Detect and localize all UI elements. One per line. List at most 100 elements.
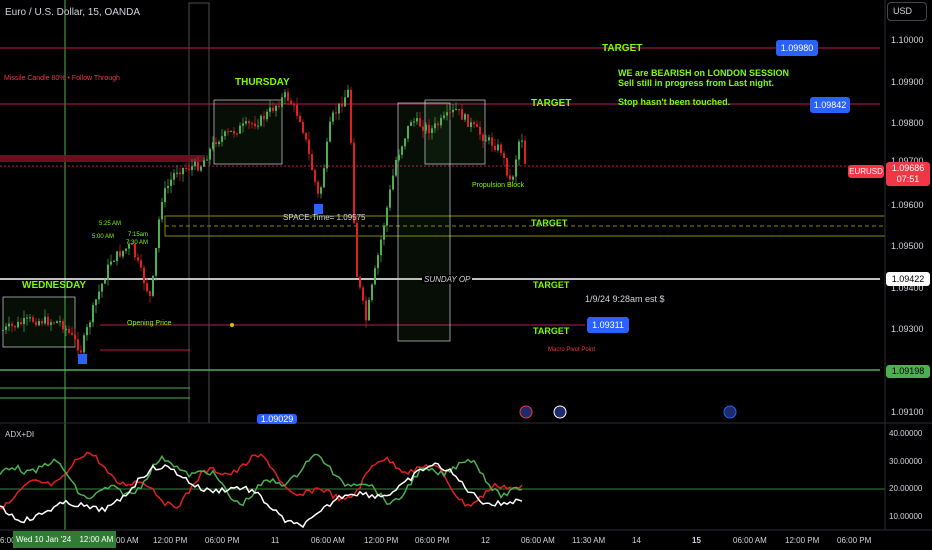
candle-body [2,329,4,331]
candle-body [437,123,439,126]
candle-body [8,323,10,327]
candle-body [116,251,118,262]
candle-body [236,133,238,135]
candle-body [365,300,367,321]
price-label-blue-top[interactable]: 1.09980 [776,40,818,56]
candle-body [518,141,520,160]
candle-body [407,125,409,139]
candle-body [245,121,247,124]
candle-body [422,126,424,131]
candle-body [266,111,268,120]
currency-button[interactable]: USD [887,2,927,21]
candle-body [257,125,259,127]
candle-body [464,114,466,120]
time-tick: 06:00 PM [415,536,450,545]
candle-body [452,109,454,113]
candle-body [278,105,280,107]
time-highlight-date: Wed 10 Jan '24 [16,535,72,544]
candle-body [467,114,469,127]
candle-body [410,122,412,126]
event-flame-icon[interactable] [519,405,533,419]
bar-countdown: 07:51 [896,174,920,184]
thursday-label: THURSDAY [235,77,290,88]
candle-body [302,121,304,133]
candle-body [65,328,67,330]
missile-candle-note: Missile Candle 80% • Follow Through [4,75,120,82]
time-tick: 11:30 AM [572,536,606,545]
candle-body [86,327,88,336]
candle-body [443,115,445,118]
candle-body [107,264,109,280]
candle-body [371,284,373,300]
eu-flag-icon[interactable] [723,405,737,419]
candle-body [191,166,193,170]
candle-body [77,339,79,351]
candle-body [398,154,400,160]
macro-pivot-label: Macro Pivot Point [548,347,596,353]
candle-body [53,322,55,324]
candle-body [122,250,124,257]
chart-area[interactable]: Euro / U.S. Dollar, 15, OANDA USD 1.1000… [0,0,932,550]
candle-body [152,275,154,296]
candle-body [59,321,61,323]
price-tick: 1.09900 [891,77,924,87]
target-label-white: TARGET [533,280,570,290]
candle-body [119,251,121,257]
time-tick: 12:00 PM [785,536,820,545]
indicator-tick: 40.00000 [889,429,923,438]
price-label-blue-bottom[interactable]: 1.09029 [257,414,297,424]
price-label-white[interactable]: 1.09422 [886,272,930,286]
price-label-blue-low[interactable]: 1.09311 [587,317,629,333]
price-label-blue-mid[interactable]: 1.09842 [810,97,850,113]
price-label-green[interactable]: 1.09198 [886,365,930,378]
candle-body [80,350,82,353]
candle-body [413,121,415,123]
candle-body [269,107,271,112]
candle-body [347,89,349,98]
candle-body [146,283,148,292]
candle-body [455,108,457,110]
candle-body [248,121,250,124]
price-tick: 1.09300 [891,324,924,334]
candle-body [200,166,202,171]
candle-body [98,291,100,300]
candle-body [239,125,241,134]
candle-body [470,122,472,127]
time-label-730: 7:30 AM [126,240,149,246]
candle-body [20,321,22,325]
candle-body [314,170,316,182]
candle-body [521,140,523,142]
current-price-label[interactable]: 1.09686 07:51 [886,162,930,186]
candle-body [338,103,340,114]
candle-body [491,137,493,146]
candle-body [104,279,106,284]
wednesday-label: WEDNESDAY [22,280,87,291]
time-tick: 06:00 PM [837,536,872,545]
candle-body [254,123,256,127]
stop-note: Stop hasn't been touched. [618,97,731,107]
candle-body [290,100,292,105]
candle-body [74,334,76,340]
candle-body [209,148,211,160]
candle-body [149,291,151,296]
time-tick: 15 [692,536,701,545]
symbol-price-tag[interactable]: EURUSD [848,165,884,178]
candle-body [512,176,514,180]
candle-body [89,322,91,328]
candle-body [368,299,370,321]
candle-body [404,138,406,147]
candle-body [260,115,262,126]
symbol-title[interactable]: Euro / U.S. Dollar, 15, OANDA [5,7,140,18]
candle-body [110,261,112,265]
candle-body [317,181,319,194]
candle-body [458,108,460,110]
candle-body [197,161,199,171]
candle-body [380,239,382,256]
candle-body [101,283,103,292]
candle-body [341,103,343,107]
candle-body [326,141,328,169]
us-flag-icon[interactable] [553,405,567,419]
sunday-op-label: SUNDAY OP [422,275,473,284]
indicator-name[interactable]: ADX+DI [5,430,34,439]
candle-body [488,137,490,141]
